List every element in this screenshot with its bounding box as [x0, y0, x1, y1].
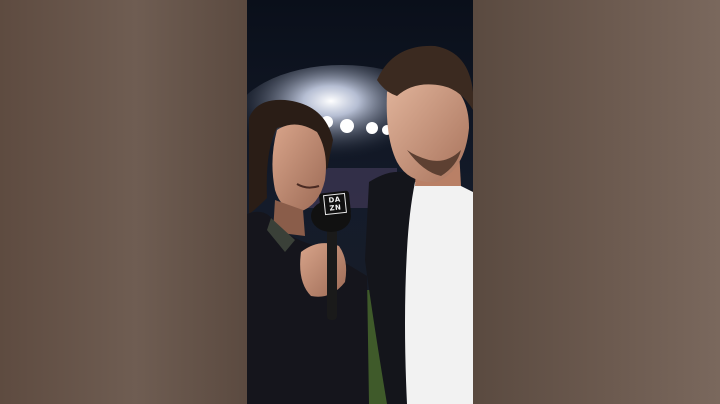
- left-blur-panel: [0, 0, 247, 404]
- interviewee-white-shirt: [405, 182, 473, 404]
- microphone-flag: DA ZN: [318, 190, 352, 218]
- mic-brand-logo: DA ZN: [323, 192, 347, 216]
- scene-illustration: [247, 0, 473, 404]
- video-frame: DA ZN: [247, 0, 473, 404]
- mic-logo-line-2: ZN: [329, 203, 342, 213]
- right-blur-panel: [473, 0, 720, 404]
